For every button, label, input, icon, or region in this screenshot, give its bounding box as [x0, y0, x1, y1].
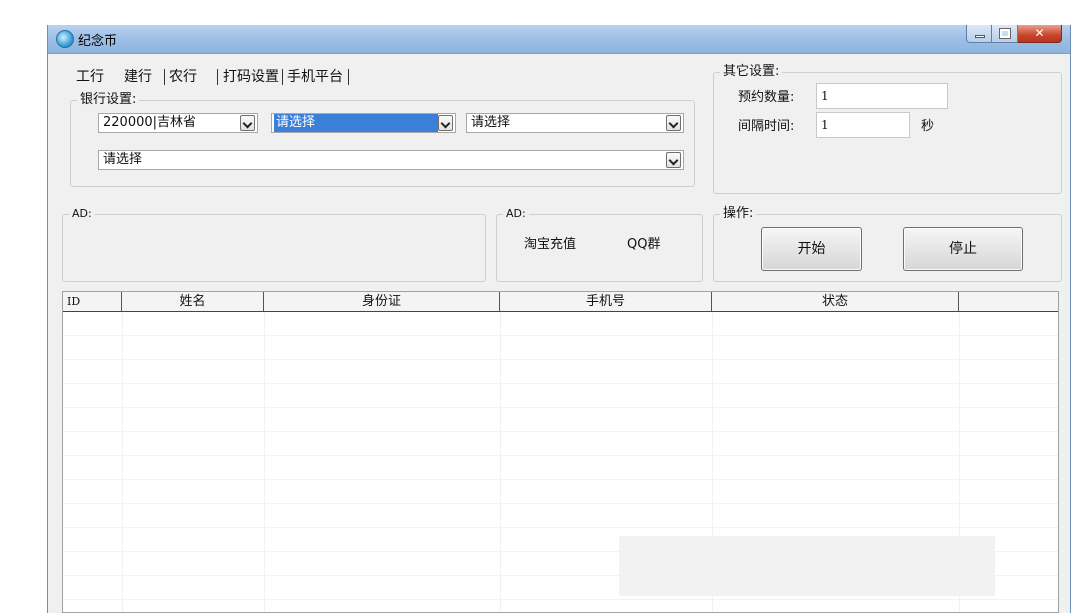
- operations-legend: 操作:: [720, 206, 757, 222]
- ad-right-legend: AD:: [503, 206, 529, 222]
- tab-separator: [217, 69, 218, 85]
- chevron-down-icon[interactable]: [240, 115, 255, 131]
- minimize-button[interactable]: [966, 25, 992, 43]
- interval-unit: 秒: [921, 119, 935, 134]
- start-button[interactable]: 开始: [761, 227, 862, 271]
- stop-button[interactable]: 停止: [903, 227, 1023, 271]
- blank-region: [619, 536, 995, 596]
- tab-separator: [164, 69, 165, 85]
- quantity-input[interactable]: 1: [816, 83, 948, 109]
- screenshot-stage: 纪念币 工行 建行 农行 打码设置 手机平台 银行设置: 220000|吉林省: [0, 0, 1080, 613]
- district-select[interactable]: 请选择: [466, 113, 684, 133]
- bank-tabs: 工行 建行 农行 打码设置 手机平台: [70, 67, 350, 87]
- title-bar[interactable]: 纪念币: [48, 25, 1070, 54]
- chevron-down-icon[interactable]: [666, 115, 681, 131]
- province-select-value: 220000|吉林省: [103, 115, 197, 130]
- tab-ccb[interactable]: 建行: [118, 67, 158, 87]
- app-icon: [56, 30, 74, 48]
- tab-icbc[interactable]: 工行: [70, 67, 110, 87]
- other-settings-legend: 其它设置:: [720, 64, 783, 80]
- grid-line: [122, 312, 123, 612]
- interval-input[interactable]: 1: [816, 112, 910, 138]
- ad-left-group: AD:: [62, 206, 486, 282]
- interval-label: 间隔时间:: [738, 119, 795, 134]
- maximize-button[interactable]: [992, 25, 1018, 43]
- province-select[interactable]: 220000|吉林省: [98, 113, 258, 133]
- district-select-value: 请选择: [471, 115, 511, 130]
- city-select[interactable]: 请选择: [271, 113, 456, 133]
- branch-select-value: 请选择: [103, 152, 143, 167]
- ad-left-legend: AD:: [69, 206, 95, 222]
- quantity-label: 预约数量:: [738, 90, 795, 105]
- column-header-status[interactable]: 状态: [712, 292, 959, 311]
- qq-group-link[interactable]: QQ群: [627, 237, 660, 253]
- tab-mobile-platform[interactable]: 手机平台: [284, 67, 347, 87]
- records-table[interactable]: ID 姓名 身份证 手机号 状态: [62, 291, 1059, 613]
- column-header-name[interactable]: 姓名: [122, 292, 264, 311]
- close-button[interactable]: [1018, 25, 1062, 43]
- branch-select[interactable]: 请选择: [98, 150, 684, 170]
- taobao-recharge-link[interactable]: 淘宝充值: [524, 237, 576, 253]
- chevron-down-icon[interactable]: [666, 152, 681, 168]
- app-window: 纪念币 工行 建行 农行 打码设置 手机平台 银行设置: 220000|吉林省: [47, 25, 1071, 613]
- tab-separator: [282, 69, 283, 85]
- grid-line: [500, 312, 501, 612]
- table-header: ID 姓名 身份证 手机号 状态: [63, 292, 1058, 312]
- tab-captcha-settings[interactable]: 打码设置: [219, 67, 281, 87]
- column-header-id[interactable]: ID: [63, 292, 122, 311]
- tab-separator: [348, 69, 349, 85]
- tab-abc[interactable]: 农行: [166, 67, 203, 87]
- city-select-value: 请选择: [274, 114, 438, 132]
- column-header-id-card[interactable]: 身份证: [264, 292, 500, 311]
- bank-settings-legend: 银行设置:: [77, 92, 140, 108]
- chevron-down-icon[interactable]: [438, 115, 453, 131]
- window-controls: [966, 25, 1062, 45]
- column-header-phone[interactable]: 手机号: [500, 292, 712, 311]
- grid-line: [264, 312, 265, 612]
- window-title: 纪念币: [78, 34, 118, 49]
